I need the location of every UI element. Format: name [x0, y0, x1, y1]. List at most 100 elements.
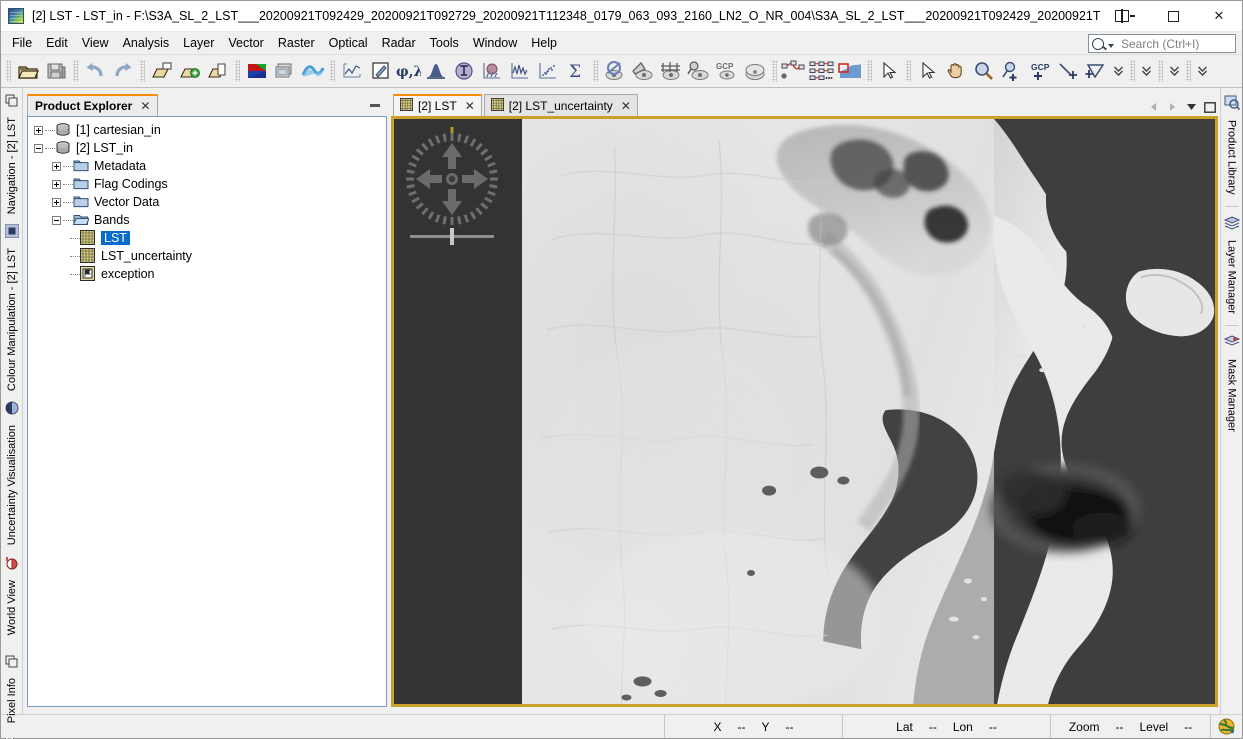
- menu-layer[interactable]: Layer: [176, 33, 221, 53]
- undo-button[interactable]: [81, 58, 109, 85]
- statistics-button[interactable]: [478, 58, 506, 85]
- minimize-panel-button[interactable]: [367, 98, 383, 112]
- pan-zoom-compass[interactable]: [402, 127, 502, 247]
- line-drawing-tool-button[interactable]: [1054, 58, 1082, 85]
- scroll-tabs-right-button[interactable]: [1166, 100, 1178, 114]
- polygon-drawing-tool-button[interactable]: [1082, 58, 1110, 85]
- mask-overlay-button[interactable]: [741, 58, 769, 85]
- menu-vector[interactable]: Vector: [221, 33, 270, 53]
- menu-help[interactable]: Help: [524, 33, 564, 53]
- expand-icon[interactable]: [34, 125, 43, 135]
- toolbar-grip[interactable]: [6, 60, 11, 82]
- toolbar-grip[interactable]: [330, 60, 335, 82]
- spectrum-view-button[interactable]: [506, 58, 534, 85]
- graph-builder-button[interactable]: [780, 58, 808, 85]
- product-tree[interactable]: [1] cartesian_in [2] LST_in Metadata Fla…: [27, 116, 387, 707]
- toolbar-overflow-2-button[interactable]: [1166, 58, 1183, 85]
- geo-coding-button[interactable]: φ,λ: [394, 58, 422, 85]
- toolbar-overflow-3-button[interactable]: [1194, 58, 1211, 85]
- tab-lst-uncertainty[interactable]: [2] LST_uncertainty ✕: [483, 94, 638, 116]
- toolbar-grip[interactable]: [867, 60, 872, 82]
- satellite-image-lst[interactable]: [522, 119, 1215, 707]
- close-session-button[interactable]: [204, 58, 232, 85]
- sidebar-item-world-view[interactable]: World View: [6, 576, 18, 641]
- toolbar-grip[interactable]: [1130, 60, 1135, 82]
- pin-placing-tool-button[interactable]: [998, 58, 1026, 85]
- tree-node-lst-in[interactable]: [2] LST_in: [34, 139, 386, 157]
- sidebar-item-uncertainty-visualisation[interactable]: Uncertainty Visualisation: [6, 421, 18, 551]
- tree-node-band-lst[interactable]: LST: [34, 229, 386, 247]
- open-product-button[interactable]: [14, 58, 42, 85]
- toolbar-grip[interactable]: [73, 60, 78, 82]
- toolbar-grip[interactable]: [235, 60, 240, 82]
- sidebar-item-layer-manager[interactable]: Layer Manager: [1226, 236, 1238, 320]
- open-session-button[interactable]: [148, 58, 176, 85]
- tree-node-vector-data[interactable]: Vector Data: [34, 193, 386, 211]
- sidebar-item-navigation[interactable]: Navigation - [2] LST: [6, 113, 18, 220]
- save-session-button[interactable]: [176, 58, 204, 85]
- uncertainty-icon[interactable]: [5, 552, 19, 576]
- sidebar-item-product-library[interactable]: Product Library: [1226, 116, 1238, 201]
- toolbar-grip[interactable]: [593, 60, 598, 82]
- close-icon[interactable]: ✕: [465, 99, 475, 113]
- profile-plot-button[interactable]: [338, 58, 366, 85]
- tree-node-cartesian-in[interactable]: [1] cartesian_in: [34, 121, 386, 139]
- collapse-icon[interactable]: [52, 215, 61, 225]
- scatter-plot-button[interactable]: [534, 58, 562, 85]
- toolbar-grip[interactable]: [1158, 60, 1163, 82]
- maximize-document-button[interactable]: [1204, 100, 1216, 114]
- expand-icon[interactable]: [52, 197, 61, 207]
- tree-node-bands[interactable]: Bands: [34, 211, 386, 229]
- save-product-button[interactable]: [42, 58, 70, 85]
- sum-button[interactable]: Σ: [562, 58, 590, 85]
- sidebar-item-pixel-info[interactable]: Pixel Info: [6, 674, 18, 729]
- sidebar-item-mask-manager[interactable]: Mask Manager: [1226, 355, 1238, 438]
- expand-icon[interactable]: [52, 179, 61, 189]
- menu-tools[interactable]: Tools: [423, 33, 466, 53]
- image-canvas[interactable]: [394, 119, 1215, 704]
- product-library-icon[interactable]: [1224, 90, 1240, 116]
- menu-window[interactable]: Window: [466, 33, 524, 53]
- restore-window-button[interactable]: [1100, 1, 1150, 32]
- tree-node-band-exception[interactable]: exception: [34, 265, 386, 283]
- colour-manipulation-button[interactable]: [366, 58, 394, 85]
- geometry-overlay-button[interactable]: [629, 58, 657, 85]
- colour-manipulation-icon[interactable]: [5, 397, 19, 421]
- maximize-window-button[interactable]: [1150, 1, 1196, 32]
- scroll-tabs-left-button[interactable]: [1147, 100, 1159, 114]
- redo-button[interactable]: [109, 58, 137, 85]
- close-icon[interactable]: ✕: [621, 99, 631, 113]
- graticule-overlay-button[interactable]: [657, 58, 685, 85]
- world-globe-icon[interactable]: [1210, 715, 1242, 738]
- collapse-icon[interactable]: [34, 143, 43, 153]
- product-explorer-tab[interactable]: Product Explorer ✕: [27, 94, 159, 116]
- tree-node-metadata[interactable]: Metadata: [34, 157, 386, 175]
- product-subset-button[interactable]: [836, 58, 864, 85]
- gcp-placing-tool-button[interactable]: GCP: [1026, 58, 1054, 85]
- histogram-button[interactable]: [422, 58, 450, 85]
- tree-node-flag-codings[interactable]: Flag Codings: [34, 175, 386, 193]
- toolbar-overflow-1-button[interactable]: [1138, 58, 1155, 85]
- search-input[interactable]: Search (Ctrl+I): [1088, 34, 1236, 53]
- sidebar-item-colour-manipulation[interactable]: Colour Manipulation - [2] LST: [6, 244, 18, 397]
- navigation-icon[interactable]: [4, 220, 19, 244]
- pin-overlay-button[interactable]: [685, 58, 713, 85]
- toolbar-grip[interactable]: [1186, 60, 1191, 82]
- menu-view[interactable]: View: [75, 33, 116, 53]
- pixel-info-icon[interactable]: [5, 651, 18, 674]
- select-tool-button[interactable]: [875, 58, 903, 85]
- tab-list-dropdown-button[interactable]: [1185, 100, 1197, 114]
- toolbar-grip[interactable]: [140, 60, 145, 82]
- pan-tool-button[interactable]: [942, 58, 970, 85]
- gcp-overlay-button[interactable]: GCP: [713, 58, 741, 85]
- menu-edit[interactable]: Edit: [39, 33, 75, 53]
- lst-image-view[interactable]: [391, 116, 1218, 707]
- no-data-overlay-button[interactable]: [601, 58, 629, 85]
- open-hsv-image-view-button[interactable]: [299, 58, 327, 85]
- menu-raster[interactable]: Raster: [271, 33, 322, 53]
- information-button[interactable]: [450, 58, 478, 85]
- layer-manager-icon[interactable]: [1223, 212, 1240, 236]
- toolbar-grip[interactable]: [906, 60, 911, 82]
- selection-tool-button[interactable]: [914, 58, 942, 85]
- close-icon[interactable]: ✕: [140, 99, 150, 113]
